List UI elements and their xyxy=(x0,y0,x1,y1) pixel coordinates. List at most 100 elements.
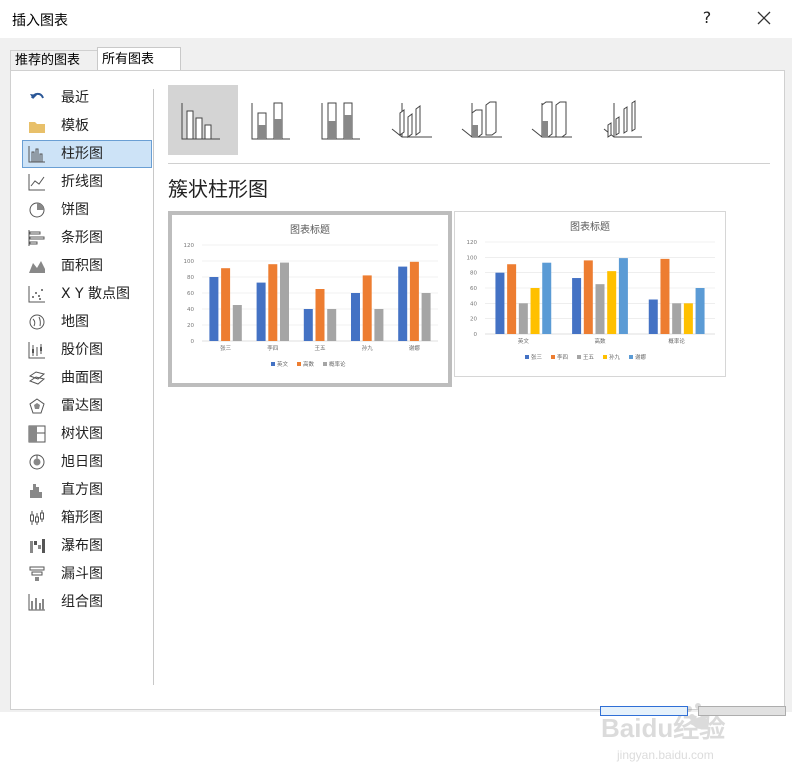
area-chart-icon xyxy=(28,257,46,275)
chart-preview-option-1[interactable]: 图表标题 0 20 40 60 80 100 120 张三 李四 王五 孙九 谢娜 英文 高数 概率论 xyxy=(168,211,452,387)
sidebar-item-label: 组合图 xyxy=(61,594,103,610)
y-tick-label: 100 xyxy=(184,259,195,265)
sidebar-item[interactable]: 饼图 xyxy=(23,197,151,223)
radar-chart-icon xyxy=(28,397,46,415)
y-tick-label: 0 xyxy=(474,332,478,338)
bar xyxy=(315,289,325,341)
sidebar-item-label: 瀑布图 xyxy=(61,538,103,554)
3d-stacked-column-icon xyxy=(461,101,502,138)
sidebar-item[interactable]: 股价图 xyxy=(23,337,151,363)
sidebar-item-label: 曲面图 xyxy=(61,370,103,386)
sidebar-item[interactable]: 旭日图 xyxy=(23,449,151,475)
close-icon xyxy=(757,11,771,25)
sidebar-item[interactable]: 模板 xyxy=(23,113,151,139)
sidebar-item[interactable]: 最近 xyxy=(23,85,151,111)
bar xyxy=(351,293,360,341)
sidebar-item[interactable]: 地图 xyxy=(23,309,151,335)
column-chart-icon xyxy=(28,145,46,163)
legend-label: 王五 xyxy=(583,354,595,361)
x-tick-label: 谢娜 xyxy=(409,344,421,352)
bar xyxy=(421,293,431,341)
sidebar-item[interactable]: 柱形图 xyxy=(22,140,152,168)
x-tick-label: 王五 xyxy=(314,345,326,352)
bar-chart-icon xyxy=(28,229,46,247)
chart-subtype-option[interactable] xyxy=(238,85,308,155)
bar xyxy=(507,264,517,334)
cancel-button[interactable] xyxy=(698,706,786,716)
stock-chart-icon xyxy=(28,341,46,359)
bar xyxy=(695,288,705,334)
tab-all-charts[interactable]: 所有图表 xyxy=(97,47,181,72)
chart-subtype-option[interactable] xyxy=(308,85,378,155)
sidebar-item-label: 模板 xyxy=(61,118,89,134)
3d-column-icon xyxy=(603,100,642,138)
3d-clustered-column-icon xyxy=(391,103,432,138)
legend-swatch xyxy=(603,355,607,359)
bar xyxy=(268,264,278,341)
sidebar-item[interactable]: X Y 散点图 xyxy=(23,281,151,307)
legend-label: 孙九 xyxy=(609,353,621,361)
chart-subtype-option[interactable] xyxy=(518,85,588,155)
sidebar-item[interactable]: 面积图 xyxy=(23,253,151,279)
waterfall-icon xyxy=(28,537,46,555)
sidebar-item[interactable]: 雷达图 xyxy=(23,393,151,419)
sidebar-item[interactable]: 漏斗图 xyxy=(23,561,151,587)
sidebar-item-label: 树状图 xyxy=(61,426,103,442)
bar xyxy=(672,303,682,334)
bar xyxy=(362,275,372,341)
divider xyxy=(168,163,770,164)
sidebar-item-label: 股价图 xyxy=(61,342,103,358)
x-tick-label: 李四 xyxy=(267,344,278,352)
sidebar-item-label: X Y 散点图 xyxy=(61,286,131,302)
sidebar-item[interactable]: 直方图 xyxy=(23,477,151,503)
sidebar-item-label: 条形图 xyxy=(61,230,103,246)
bar xyxy=(209,277,219,341)
bar xyxy=(256,282,266,341)
chart-title: 图表标题 xyxy=(570,220,610,233)
sidebar-item[interactable]: 箱形图 xyxy=(23,505,151,531)
tab-strip: 推荐的图表 所有图表 xyxy=(0,38,792,72)
box-whisker-icon xyxy=(28,509,46,527)
clustered-column-icon xyxy=(181,103,220,140)
sidebar-item-label: 箱形图 xyxy=(61,510,103,526)
folder-icon xyxy=(28,117,46,135)
tab-recommended-charts[interactable]: 推荐的图表 xyxy=(10,50,106,71)
bar xyxy=(232,305,242,341)
sidebar-item[interactable]: 瀑布图 xyxy=(23,533,151,559)
bar xyxy=(542,262,552,334)
bar xyxy=(374,309,384,341)
bar xyxy=(583,260,593,334)
bar xyxy=(398,266,408,341)
divider xyxy=(153,89,154,685)
sidebar-item[interactable]: 折线图 xyxy=(23,169,151,195)
sidebar-item[interactable]: 曲面图 xyxy=(23,365,151,391)
map-globe-icon xyxy=(28,313,46,331)
sidebar-item[interactable]: 组合图 xyxy=(23,589,151,615)
chart-type-heading: 簇状柱形图 xyxy=(168,177,268,201)
bar xyxy=(572,278,582,334)
chart-subtype-option[interactable] xyxy=(168,85,238,155)
help-button[interactable]: ? xyxy=(700,8,714,28)
3d-100-stacked-column-icon xyxy=(531,101,572,138)
chart-preview-2: 图表标题 0 20 40 60 80 100 120 英文 高数 概率论张三 李四 王五 孙九 谢娜 xyxy=(467,220,715,361)
close-button[interactable] xyxy=(752,6,776,30)
100-stacked-column-icon xyxy=(321,102,360,140)
sunburst-icon xyxy=(28,453,46,471)
ok-button[interactable] xyxy=(600,706,688,716)
legend-swatch xyxy=(297,362,301,366)
sidebar-item[interactable]: 条形图 xyxy=(23,225,151,251)
x-tick-label: 英文 xyxy=(518,337,530,345)
y-tick-label: 0 xyxy=(191,339,195,345)
watermark-brand: Baidu经验 xyxy=(601,713,725,743)
insert-chart-dialog: 插入图表 ? 推荐的图表 所有图表 最近模板柱形图 折线图 饼图条形图面积图 X Y … xyxy=(0,0,792,762)
bar xyxy=(280,262,289,341)
chart-subtype-option[interactable] xyxy=(588,85,658,155)
title-bar: 插入图表 ? xyxy=(0,0,792,38)
chart-subtype-option[interactable] xyxy=(448,85,518,155)
chart-preview-option-2[interactable]: 图表标题 0 20 40 60 80 100 120 英文 高数 概率论 张三 李四 王五 孙九 谢娜 xyxy=(454,211,726,377)
dialog-title: 插入图表 xyxy=(12,13,68,29)
legend-swatch xyxy=(525,355,529,359)
line-chart-icon xyxy=(28,173,46,191)
chart-subtype-option[interactable] xyxy=(378,85,448,155)
sidebar-item[interactable]: 树状图 xyxy=(23,421,151,447)
